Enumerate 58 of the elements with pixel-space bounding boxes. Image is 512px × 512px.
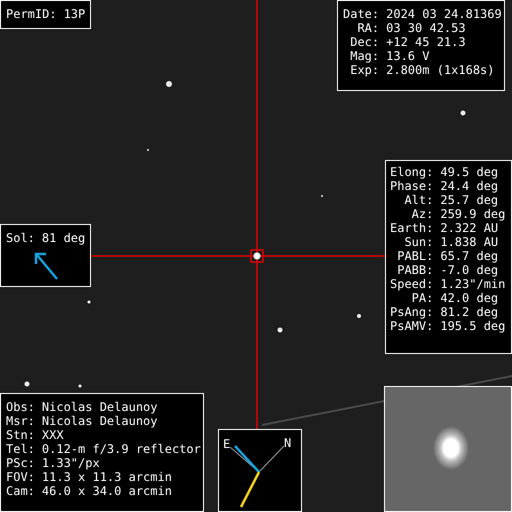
field-label: Tel: — [6, 442, 35, 456]
field-label: RA: — [356, 21, 380, 35]
field-value: 2.322 AU — [440, 221, 500, 235]
field-value: 46.0 x 34.0 arcmin — [42, 484, 173, 498]
field-label: PA: — [410, 291, 434, 305]
field-value: 1.838 AU — [440, 235, 500, 249]
field-value: 13P — [64, 7, 86, 21]
field-value: 03 30 42.53 — [386, 21, 467, 35]
target-marker — [250, 249, 264, 263]
field-value: 259.9 deg — [440, 207, 506, 221]
field-value: 13.6 V — [386, 49, 430, 63]
field-value: 25.7 deg — [440, 193, 500, 207]
field-value: XXX — [42, 428, 65, 442]
field-label: Earth: — [390, 221, 434, 235]
field-label: Sun: — [403, 235, 434, 249]
field-value: Nicolas Delaunoy — [42, 400, 158, 414]
field-value: 2.800m (1x168s) — [386, 63, 496, 77]
field-value: +12 45 21.3 — [386, 35, 467, 49]
field-label: PermID: — [6, 7, 57, 21]
field-value: 42.0 deg — [440, 291, 500, 305]
field-label: Phase: — [390, 179, 434, 193]
east-label: E — [223, 437, 230, 451]
field-value: 65.7 deg — [440, 249, 500, 263]
comet-target — [254, 252, 260, 260]
field-label: FOV: — [6, 470, 35, 484]
field-label: Dec: — [349, 35, 380, 49]
north-label: N — [284, 436, 292, 450]
field-label: Speed: — [390, 277, 434, 291]
field-label: PsAng: — [390, 305, 434, 319]
field-label: Date: — [343, 7, 380, 21]
field-value: 81.2 deg — [440, 305, 500, 319]
field-label: Stn: — [6, 428, 35, 442]
field-value: 24.4 deg — [440, 179, 500, 193]
field-label: PSc: — [6, 456, 35, 470]
field-label: Az: — [410, 207, 434, 221]
field-label: Alt: — [403, 193, 434, 207]
compass-drawing — [230, 445, 284, 508]
field-label: Obs: — [6, 400, 35, 414]
arrow-icon — [33, 251, 59, 281]
field-value: -7.0 deg — [440, 263, 500, 277]
field-value: 195.5 deg — [440, 319, 506, 333]
field-value: 1.23"/min — [440, 277, 506, 291]
field-value: Nicolas Delaunoy — [42, 414, 158, 428]
field-label: Elong: — [390, 165, 434, 179]
field-value: 1.33"/px — [42, 456, 101, 470]
field-label: Sol: — [6, 231, 35, 245]
field-label: Msr: — [6, 414, 35, 428]
field-label: PsAMV: — [390, 319, 434, 333]
field-value: 2024 03 24.81369 — [386, 7, 502, 21]
field-value: 0.12-m f/3.9 reflector — [42, 442, 201, 456]
field-label: Exp: — [349, 63, 380, 77]
field-value: 11.3 x 11.3 arcmin — [42, 470, 173, 484]
field-value: 49.5 deg — [440, 165, 500, 179]
field-label: PABL: — [396, 249, 434, 263]
field-label: PABB: — [396, 263, 434, 277]
field-value: 81 deg — [42, 231, 86, 245]
field-label: Mag: — [349, 49, 380, 63]
field-label: Cam: — [6, 484, 35, 498]
